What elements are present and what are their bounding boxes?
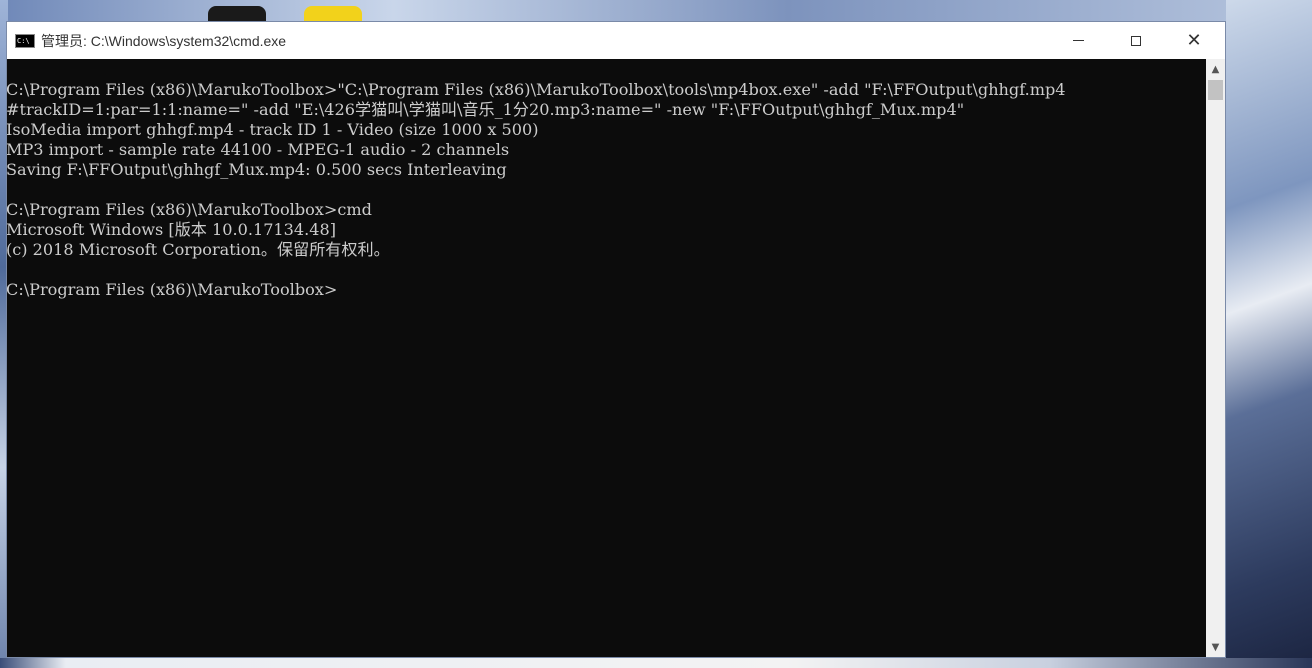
console-line: C:\Program Files (x86)\MarukoToolbox>"C:… [7,80,1066,99]
title-bar[interactable]: 管理员: C:\Windows\system32\cmd.exe ✕ [7,22,1225,59]
console-line: IsoMedia import ghhgf.mp4 - track ID 1 -… [7,120,539,139]
vertical-scrollbar[interactable]: ▲ ▼ [1206,59,1225,657]
minimize-button[interactable] [1049,22,1107,59]
maximize-icon [1131,35,1141,46]
cmd-icon[interactable] [15,33,35,48]
chevron-down-icon: ▼ [1211,641,1220,653]
background-window-edge [0,658,1312,668]
chevron-up-icon: ▲ [1211,63,1220,75]
desktop-wallpaper-top [0,0,1312,22]
console-line: MP3 import - sample rate 44100 - MPEG-1 … [7,140,510,159]
console-lines: C:\Program Files (x86)\MarukoToolbox>"C:… [7,80,1066,300]
close-button[interactable]: ✕ [1165,22,1223,59]
desktop-app-icon[interactable] [304,6,362,22]
desktop-app-icon[interactable] [208,6,266,22]
desktop-wallpaper-right [1226,0,1312,668]
minimize-icon [1072,40,1084,41]
scroll-down-button[interactable]: ▼ [1206,637,1225,657]
console-line: (c) 2018 Microsoft Corporation。保留所有权利。 [7,240,390,259]
cmd-window[interactable]: 管理员: C:\Windows\system32\cmd.exe ✕ C:\Pr… [6,21,1226,658]
console-line: C:\Program Files (x86)\MarukoToolbox>cmd [7,200,372,219]
console-output[interactable]: C:\Program Files (x86)\MarukoToolbox>"C:… [7,59,1206,657]
console-line: Microsoft Windows [版本 10.0.17134.48] [7,220,337,239]
console-prompt-line[interactable]: C:\Program Files (x86)\MarukoToolbox> [7,280,1066,300]
window-title: 管理员: C:\Windows\system32\cmd.exe [41,32,287,49]
console-line: Saving F:\FFOutput\ghhgf_Mux.mp4: 0.500 … [7,160,507,179]
scroll-up-button[interactable]: ▲ [1206,59,1225,79]
scroll-thumb[interactable] [1208,80,1223,100]
maximize-button[interactable] [1107,22,1165,59]
close-icon: ✕ [1186,29,1202,51]
console-line: #trackID=1:par=1:1:name=" -add "E:\426学猫… [7,100,965,119]
